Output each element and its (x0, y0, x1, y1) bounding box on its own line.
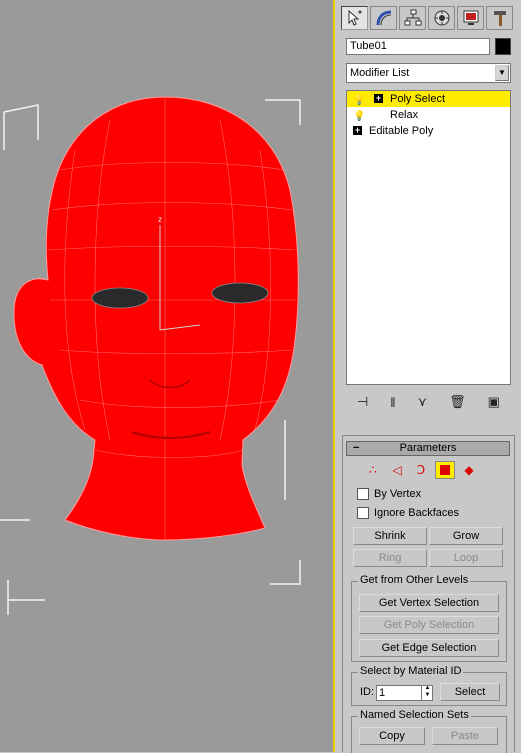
perspective-viewport[interactable]: z (0, 0, 335, 752)
parameters-title: Parameters (399, 442, 457, 454)
vertex-level-icon[interactable]: ∴ (363, 461, 383, 479)
group-title: Select by Material ID (358, 665, 464, 677)
id-spinner[interactable]: ▲ ▼ (421, 685, 433, 701)
checkbox-box[interactable] (357, 507, 369, 519)
get-from-other-levels-group: Get from Other Levels Get Vertex Selecti… (351, 574, 507, 662)
object-color-swatch[interactable] (495, 38, 511, 55)
ignore-backfaces-checkbox[interactable]: Ignore Backfaces (357, 507, 459, 519)
loop-button[interactable]: Loop (429, 549, 503, 567)
select-button[interactable]: Select (440, 683, 500, 701)
expand-icon[interactable]: + (353, 126, 362, 135)
tab-motion[interactable] (428, 6, 455, 30)
modifier-stack[interactable]: 💡 + Poly Select 💡 Relax + Editable Poly (346, 90, 511, 385)
expand-icon[interactable]: + (374, 94, 383, 103)
stack-item-label: Poly Select (390, 93, 446, 105)
parameters-rollout: − Parameters ∴ ◁ Ↄ ◆ By Vertex Ignore Ba… (342, 435, 515, 753)
parameters-rollout-header[interactable]: − Parameters (346, 441, 510, 456)
grow-button[interactable]: Grow (429, 527, 503, 545)
stack-item-label: Relax (390, 109, 419, 121)
ring-button[interactable]: Ring (353, 549, 427, 567)
stack-toolbar: ⊣ ‖ ⋎ 🗑 ▣ (346, 390, 511, 414)
motion-icon (434, 10, 449, 26)
named-selection-sets-group: Named Selection Sets Copy Paste (351, 709, 507, 753)
collapse-icon: − (353, 442, 360, 454)
modifier-list-label: Modifier List (350, 67, 410, 79)
tab-display[interactable] (457, 6, 484, 30)
group-title: Named Selection Sets (358, 709, 471, 721)
show-end-result-icon[interactable]: ‖ (390, 395, 395, 410)
create-arrow-icon (348, 9, 362, 26)
object-name-input[interactable]: Tube01 (346, 38, 490, 55)
id-label: ID: (360, 686, 375, 698)
head-mesh[interactable] (13, 96, 299, 541)
stack-item-poly-select[interactable]: 💡 + Poly Select (347, 91, 510, 107)
selection-level-buttons: ∴ ◁ Ↄ ◆ (363, 461, 479, 479)
border-level-icon[interactable]: Ↄ (411, 461, 431, 479)
tab-create[interactable] (341, 6, 368, 30)
display-monitor-icon (463, 10, 478, 25)
edge-level-icon[interactable]: ◁ (387, 461, 407, 479)
utilities-hammer-icon (493, 11, 506, 26)
stack-item-relax[interactable]: 💡 Relax (347, 107, 510, 123)
pin-stack-icon[interactable]: ⊣ (357, 394, 368, 410)
group-title: Get from Other Levels (358, 574, 471, 586)
ignore-backfaces-label: Ignore Backfaces (374, 507, 459, 519)
command-panel-tabs (341, 6, 519, 32)
paste-button[interactable]: Paste (432, 727, 498, 745)
tab-hierarchy[interactable] (399, 6, 426, 30)
remove-modifier-icon[interactable]: 🗑 (449, 394, 466, 410)
stack-item-editable-poly[interactable]: + Editable Poly (347, 123, 510, 139)
by-vertex-label: By Vertex (374, 488, 422, 500)
stack-item-label: Editable Poly (369, 125, 434, 137)
tab-utilities[interactable] (486, 6, 513, 30)
viewport-canvas[interactable]: z (0, 0, 335, 752)
hierarchy-icon (404, 9, 421, 26)
select-by-material-id-group: Select by Material ID ID: 1 ▲ ▼ Select (351, 665, 507, 706)
get-edge-selection-button[interactable]: Get Edge Selection (359, 639, 499, 657)
polygon-level-icon[interactable] (435, 461, 455, 479)
copy-button[interactable]: Copy (359, 727, 425, 745)
chevron-down-icon[interactable]: ▼ (495, 65, 509, 81)
checkbox-box[interactable] (357, 488, 369, 500)
by-vertex-checkbox[interactable]: By Vertex (357, 488, 421, 500)
svg-text:z: z (158, 215, 162, 224)
make-unique-icon[interactable]: ⋎ (418, 394, 428, 410)
shrink-button[interactable]: Shrink (353, 527, 427, 545)
element-level-icon[interactable]: ◆ (459, 461, 479, 479)
configure-modifier-sets-icon[interactable]: ▣ (488, 394, 500, 410)
modifier-list-dropdown[interactable]: Modifier List ▼ (346, 63, 511, 83)
get-vertex-selection-button[interactable]: Get Vertex Selection (359, 594, 499, 612)
get-poly-selection-button[interactable]: Get Poly Selection (359, 616, 499, 634)
command-panel: Tube01 Modifier List ▼ 💡 + Poly Select 💡… (337, 0, 521, 753)
modify-bend-icon (376, 10, 391, 26)
tab-modify[interactable] (370, 6, 397, 30)
